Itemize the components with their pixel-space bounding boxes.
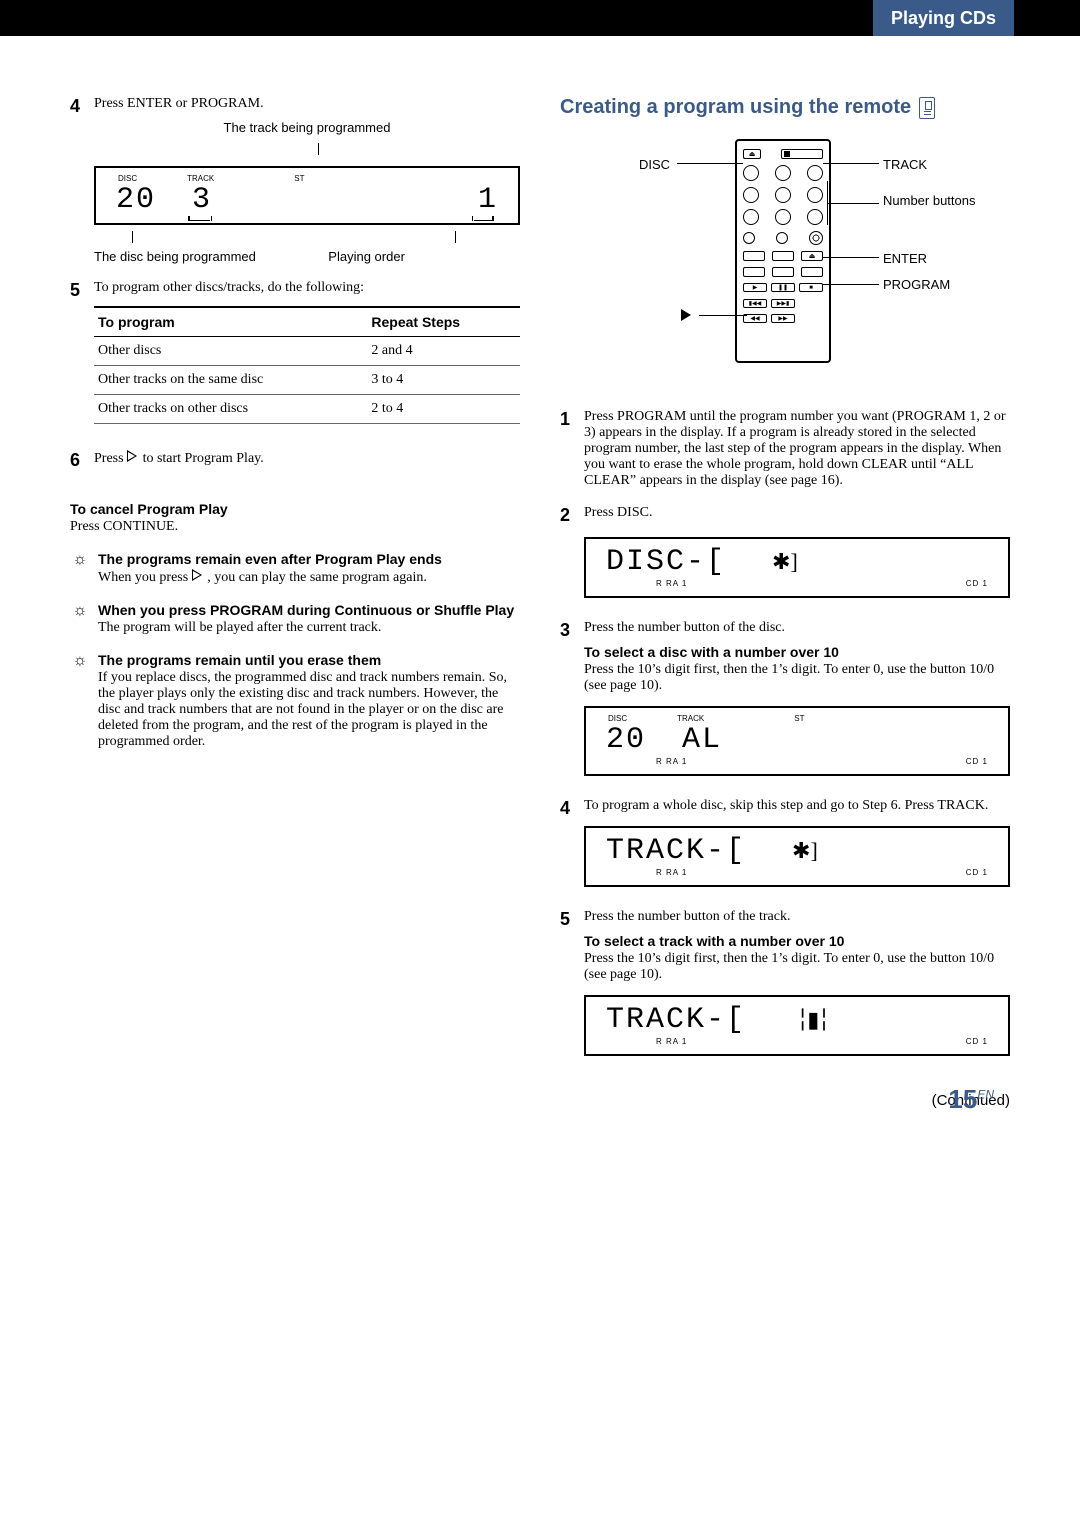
step-5: 5 To program other discs/tracks, do the … xyxy=(70,280,520,434)
step-number: 5 xyxy=(560,909,584,1062)
chapter-title: Playing CDs xyxy=(873,0,1014,36)
r-step-5: 5 Press the number button of the track. … xyxy=(560,909,1010,1062)
label-track: TRACK xyxy=(883,157,927,172)
step-text: Press PROGRAM until the program number y… xyxy=(584,409,1010,489)
footer-left: R RA 1 xyxy=(656,868,687,877)
label-number: Number buttons xyxy=(883,193,976,209)
header-bar: Playing CDs xyxy=(0,0,1080,36)
footer-left: R RA 1 xyxy=(656,1037,687,1046)
step-number: 5 xyxy=(70,280,94,434)
tip-1: ☼ The programs remain even after Program… xyxy=(70,551,520,586)
tip-head: The programs remain even after Program P… xyxy=(98,551,442,567)
cursor-icon: ✱] xyxy=(792,838,818,864)
track-cursor-icon: ╎▮╎ xyxy=(796,1007,829,1033)
sub-head: To select a disc with a number over 10 xyxy=(584,644,1010,660)
footer-left: R RA 1 xyxy=(656,757,687,766)
track-value: 3 xyxy=(192,183,212,217)
table-row: Other discs2 and 4 xyxy=(94,337,520,366)
text-before: Press xyxy=(94,451,127,466)
sub-body: Press the 10’s digit first, then the 1’s… xyxy=(584,662,1010,694)
lcd-display: DISC TRACK ST 20 3 1 xyxy=(94,166,520,225)
cursor-icon: ✱] xyxy=(772,549,798,575)
r-step-1: 1 Press PROGRAM until the program number… xyxy=(560,409,1010,489)
table-row: Other tracks on the same disc3 to 4 xyxy=(94,366,520,395)
order-value: 1 xyxy=(478,183,498,217)
label-enter: ENTER xyxy=(883,251,927,266)
play-icon xyxy=(127,450,139,462)
annot-disc: The disc being programmed xyxy=(94,249,328,264)
step-number: 4 xyxy=(560,798,584,893)
lcd-display: DISC TRACK ST 20 AL R RA 1 CD 1 xyxy=(584,706,1010,776)
remote-icon xyxy=(919,97,935,119)
th-toprogram: To program xyxy=(94,307,367,337)
label-track: TRACK xyxy=(187,174,214,183)
label-disc: DISC xyxy=(639,157,670,172)
label-st: ST xyxy=(294,174,304,183)
step-6: 6 Press to start Program Play. xyxy=(70,450,520,471)
label-disc: DISC xyxy=(118,174,137,183)
cancel-section: To cancel Program Play Press CONTINUE. xyxy=(70,501,520,535)
step-number: 3 xyxy=(560,620,584,782)
tip-head: When you press PROGRAM during Continuous… xyxy=(98,602,514,618)
continued-label: (Continued) xyxy=(560,1092,1010,1109)
step-number: 6 xyxy=(70,450,94,471)
tip-body: The program will be played after the cur… xyxy=(98,620,514,636)
r-step-4: 4 To program a whole disc, skip this ste… xyxy=(560,798,1010,893)
label-program: PROGRAM xyxy=(883,277,950,292)
caption-top: The track being programmed xyxy=(94,120,520,135)
cancel-head: To cancel Program Play xyxy=(70,501,520,517)
footer-right: CD 1 xyxy=(966,1037,988,1046)
footer-left: R RA 1 xyxy=(656,579,687,588)
step-text: Press DISC. xyxy=(584,505,1010,521)
tip-3: ☼ The programs remain until you erase th… xyxy=(70,652,520,750)
footer-right: CD 1 xyxy=(966,757,988,766)
annot-order: Playing order xyxy=(328,249,405,264)
lcd-display: TRACK-[ ✱] R RA 1 CD 1 xyxy=(584,826,1010,887)
step-4: 4 Press ENTER or PROGRAM. The track bein… xyxy=(70,96,520,264)
bulb-icon: ☼ xyxy=(70,551,90,586)
footer-right: CD 1 xyxy=(966,579,988,588)
tip-head: The programs remain until you erase them xyxy=(98,652,520,668)
lcd-display: TRACK-[ ╎▮╎ R RA 1 CD 1 xyxy=(584,995,1010,1056)
th-repeat: Repeat Steps xyxy=(367,307,520,337)
remote-diagram: DISC TRACK Number buttons ENTER PROGRAM … xyxy=(605,139,965,379)
step-text: Press the number button of the disc. xyxy=(584,620,1010,636)
step-text: To program a whole disc, skip this step … xyxy=(584,798,1010,814)
sub-head: To select a track with a number over 10 xyxy=(584,933,1010,949)
text-after: to start Program Play. xyxy=(143,451,264,466)
display-main: TRACK-[ xyxy=(606,834,746,868)
table-row: Other tracks on other discs2 to 4 xyxy=(94,395,520,424)
disc-value: 20 xyxy=(116,183,156,217)
play-icon xyxy=(192,569,204,581)
step-number: 2 xyxy=(560,505,584,604)
page-body: 4 Press ENTER or PROGRAM. The track bein… xyxy=(0,36,1080,1149)
cancel-body: Press CONTINUE. xyxy=(70,519,520,535)
step-text: Press ENTER or PROGRAM. xyxy=(94,96,520,112)
right-column: Creating a program using the remote DISC… xyxy=(560,96,1010,1109)
remote-body: ⏏ ⏏ ▶❚❚■ ▮◀◀▶▶▮ ◀◀▶▶ xyxy=(735,139,831,363)
step-text: To program other discs/tracks, do the fo… xyxy=(94,280,520,296)
program-table: To program Repeat Steps Other discs2 and… xyxy=(94,306,520,424)
page-number: 15EN xyxy=(948,1084,994,1115)
section-heading: Creating a program using the remote xyxy=(560,96,1010,119)
step-number: 1 xyxy=(560,409,584,489)
bulb-icon: ☼ xyxy=(70,602,90,636)
step-text: Press the number button of the track. xyxy=(584,909,1010,925)
r-step-2: 2 Press DISC. DISC-[ ✱] R RA 1 CD 1 xyxy=(560,505,1010,604)
display-main: DISC-[ xyxy=(606,545,726,579)
tip-body: When you press , you can play the same p… xyxy=(98,569,442,586)
tip-body: If you replace discs, the programmed dis… xyxy=(98,670,520,750)
lcd-display: DISC-[ ✱] R RA 1 CD 1 xyxy=(584,537,1010,598)
disc-value: 20 xyxy=(606,723,646,757)
footer-right: CD 1 xyxy=(966,868,988,877)
display-main: TRACK-[ xyxy=(606,1003,746,1037)
sub-body: Press the 10’s digit first, then the 1’s… xyxy=(584,951,1010,983)
r-step-3: 3 Press the number button of the disc. T… xyxy=(560,620,1010,782)
tip-2: ☼ When you press PROGRAM during Continuo… xyxy=(70,602,520,636)
play-icon xyxy=(679,309,693,324)
left-column: 4 Press ENTER or PROGRAM. The track bein… xyxy=(70,96,520,1109)
bulb-icon: ☼ xyxy=(70,652,90,750)
step-number: 4 xyxy=(70,96,94,264)
track-value: AL xyxy=(682,723,722,757)
